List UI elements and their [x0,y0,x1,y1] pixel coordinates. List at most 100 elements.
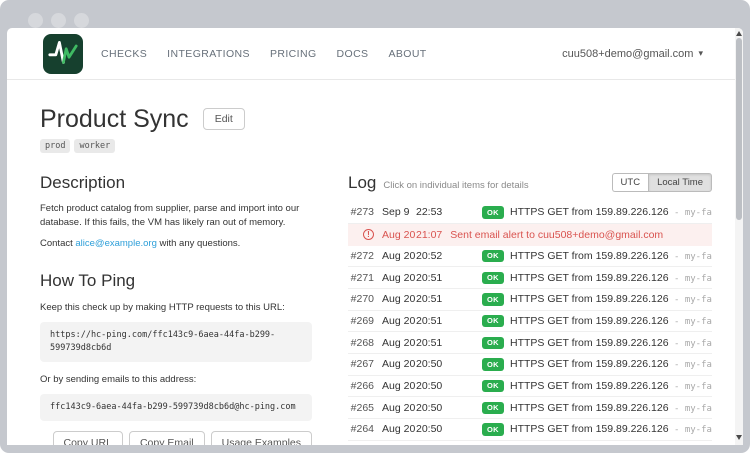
log-remote-host: - my-fancy-sy… [669,339,712,349]
ok-badge-cell: OK [482,293,510,306]
ok-badge-cell: OK [482,423,510,436]
nav-link-pricing[interactable]: PRICING [270,48,317,60]
log-text: HTTPS GET from 159.89.226.126 - my-fancy… [510,380,712,392]
description-section: Description Fetch product catalog from s… [40,173,312,251]
log-remote-host: - my-fancy-sy… [669,252,712,262]
log-date: Aug 20 [382,358,416,370]
scrollbar[interactable] [735,28,743,445]
scroll-up-icon[interactable] [736,31,742,36]
log-row[interactable]: #263Aug 2020:49OKHTTPS GET from 159.89.2… [348,441,712,445]
ok-badge-cell: OK [482,206,510,219]
log-time: 21:07 [416,229,442,241]
log-date: Aug 20 [382,315,416,327]
account-menu[interactable]: cuu508+demo@gmail.com ▾ [562,48,703,60]
log-time: 20:50 [416,358,482,370]
healthchecks-logo-icon[interactable] [43,34,83,74]
log-seq: #265 [348,402,374,414]
log-time: 20:51 [416,293,482,305]
edit-button[interactable]: Edit [203,108,245,130]
tz-button-utc[interactable]: UTC [612,173,649,192]
log-date: Aug 20 [382,423,416,435]
log-row[interactable]: #270Aug 2020:51OKHTTPS GET from 159.89.2… [348,289,712,311]
tag-list: prodworker [40,139,712,153]
window-dot[interactable] [51,13,66,28]
log-time: 20:51 [416,315,482,327]
ok-badge: OK [482,358,504,371]
ok-badge: OK [482,272,504,285]
window-dot[interactable] [28,13,43,28]
nav-link-checks[interactable]: CHECKS [101,48,147,60]
log-time: 20:50 [416,402,482,414]
window-titlebar [0,0,750,30]
browser-window: CHECKS INTEGRATIONS PRICING DOCS ABOUT c… [0,0,750,453]
log-seq: #273 [348,206,374,218]
tz-button-local-time[interactable]: Local Time [648,173,712,192]
ping-url-intro: Keep this check up by making HTTP reques… [40,301,312,315]
log-table: #273Sep 922:53OKHTTPS GET from 159.89.22… [348,202,712,445]
log-date: Aug 20 [382,402,416,414]
log-row[interactable]: #266Aug 2020:50OKHTTPS GET from 159.89.2… [348,376,712,398]
log-row[interactable]: #272Aug 2020:52OKHTTPS GET from 159.89.2… [348,246,712,268]
scrollbar-thumb[interactable] [736,38,742,220]
log-text: HTTPS GET from 159.89.226.126 - my-fancy… [510,402,712,414]
contact-prefix: Contact [40,238,75,249]
how-to-ping-heading: How To Ping [40,271,312,291]
how-to-ping-section: How To Ping Keep this check up by making… [40,271,312,445]
log-row[interactable]: #267Aug 2020:50OKHTTPS GET from 159.89.2… [348,354,712,376]
log-time: 20:50 [416,423,482,435]
nav-link-docs[interactable]: DOCS [337,48,369,60]
log-row[interactable]: #269Aug 2020:51OKHTTPS GET from 159.89.2… [348,311,712,333]
copy-email-button[interactable]: Copy Email [129,431,205,445]
log-time: 20:52 [416,250,482,262]
log-remote-host: - my-fancy-sy… [669,425,712,435]
nav-link-about[interactable]: ABOUT [388,48,426,60]
log-row[interactable]: #264 Aug 2020:50OK HTTPS GET from 159.89.2… [348,419,712,441]
contact-email-link[interactable]: alice@example.org [75,238,156,249]
log-row-alert[interactable]: !Aug 2021:07Sent email alert to cuu508+d… [348,224,712,246]
ok-badge: OK [482,250,504,263]
ok-badge-cell: OK [482,336,510,349]
log-remote-host: - my-fancy-sy… [669,317,712,327]
log-date: Aug 20 [382,272,416,284]
log-date: Aug 20 [382,337,416,349]
alert-circle-icon: ! [363,229,374,240]
account-email: cuu508+demo@gmail.com [562,48,693,60]
log-date: Sep 9 [382,206,416,218]
log-text: Sent email alert to cuu508+demo@gmail.co… [450,229,712,241]
ok-badge: OK [482,206,504,219]
window-dot[interactable] [74,13,89,28]
scroll-down-icon[interactable] [736,435,742,440]
log-time: 20:51 [416,337,482,349]
log-time: 22:53 [416,206,482,218]
log-seq: #269 [348,315,374,327]
ping-url-code[interactable]: https://hc-ping.com/ffc143c9-6aea-44fa-b… [40,322,312,362]
log-seq: #267 [348,358,374,370]
ok-badge: OK [482,293,504,306]
nav-link-integrations[interactable]: INTEGRATIONS [167,48,250,60]
log-row[interactable]: #265Aug 2020:50OKHTTPS GET from 159.89.2… [348,397,712,419]
description-text: Fetch product catalog from supplier, par… [40,202,312,230]
alert-icon-cell: ! [348,229,374,241]
timezone-toggle: UTCLocal Time [612,173,712,192]
log-seq: #264 [348,423,374,435]
ok-badge-cell: OK [482,249,510,262]
ok-badge: OK [482,423,504,436]
usage-examples-button[interactable]: Usage Examples [211,431,312,445]
log-seq: #266 [348,380,374,392]
log-text: HTTPS GET from 159.89.226.126 - my-fancy… [510,423,712,435]
log-row[interactable]: #273Sep 922:53OKHTTPS GET from 159.89.22… [348,202,712,224]
main-content: Product Sync Edit prodworker Description… [7,80,743,445]
nav-links: CHECKS INTEGRATIONS PRICING DOCS ABOUT [101,48,427,60]
check-details-column: Description Fetch product catalog from s… [40,173,312,445]
log-row[interactable]: #271Aug 2020:51OKHTTPS GET from 159.89.2… [348,267,712,289]
log-row[interactable]: #268Aug 2020:51OKHTTPS GET from 159.89.2… [348,332,712,354]
copy-url-button[interactable]: Copy URL [53,431,123,445]
log-remote-host: - my-fancy-sy… [669,382,712,392]
contact-suffix: with any questions. [157,238,240,249]
log-date: Aug 20 [382,293,416,305]
ping-email-code[interactable]: ffc143c9-6aea-44fa-b299-599739d8cb6d@hc-… [40,394,312,421]
page-title: Product Sync [40,105,189,134]
chevron-down-icon: ▾ [698,48,703,59]
log-date: Aug 20 [382,250,416,262]
log-remote-host: - my-fancy-sy… [669,360,712,370]
